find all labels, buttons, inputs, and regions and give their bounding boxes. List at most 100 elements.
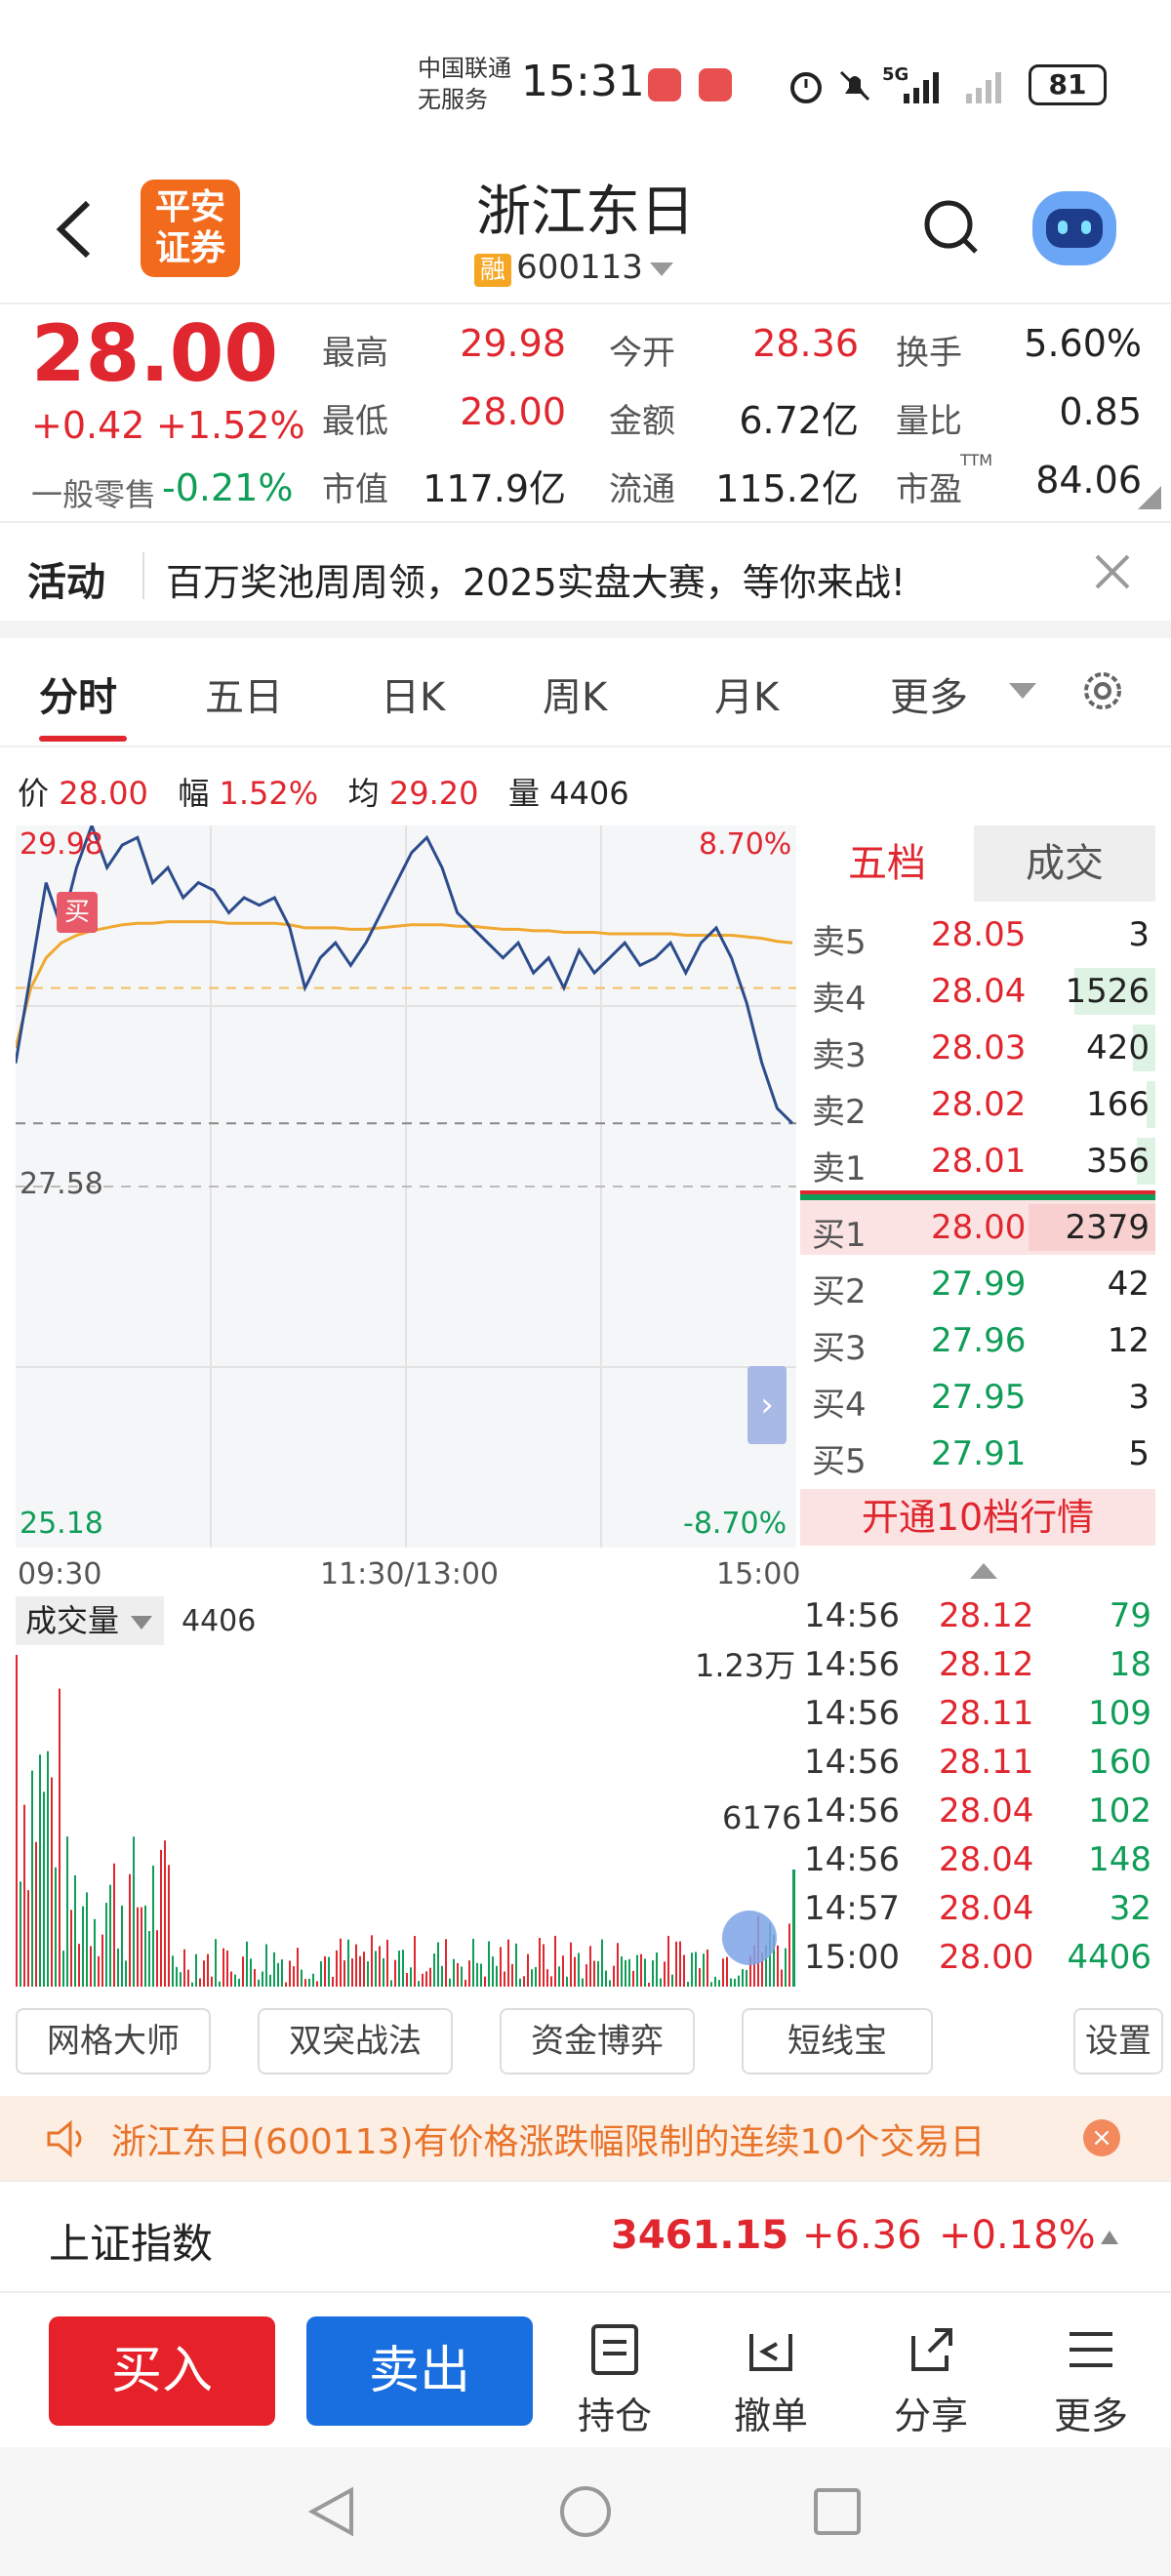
volume-bar — [628, 1958, 630, 1987]
ask-row[interactable]: 卖5 28.05 3 — [800, 907, 1155, 962]
tab-3[interactable]: 周K — [543, 665, 607, 722]
volume-bar — [320, 1961, 322, 1987]
search-icon[interactable] — [921, 195, 980, 263]
notice-banner[interactable]: 浙江东日(600113)有价格涨跌幅限制的连续10个交易日 × — [0, 2096, 1171, 2180]
volume-bar — [74, 1874, 76, 1987]
volume-bar — [51, 1777, 53, 1987]
tab-2[interactable]: 日K — [381, 665, 445, 722]
tick-price: 28.11 — [939, 1694, 1034, 1733]
bid-row[interactable]: 买4 27.95 3 — [800, 1370, 1155, 1425]
level-volume: 166 — [1086, 1085, 1150, 1124]
price-change: +0.42 — [31, 404, 145, 447]
volume-bar — [246, 1941, 248, 1987]
tick-time: 14:56 — [804, 1840, 900, 1879]
nav-recents-icon[interactable] — [810, 2484, 865, 2539]
more-button[interactable]: 更多 — [1032, 2322, 1150, 2439]
sell-button[interactable]: 卖出 — [306, 2316, 533, 2426]
holdings-label: 持仓 — [577, 2395, 652, 2437]
level-volume: 12 — [1107, 1321, 1150, 1360]
level-price: 28.04 — [931, 972, 1027, 1011]
volume-bar — [383, 1957, 384, 1987]
ask-row[interactable]: 卖3 28.03 420 — [800, 1021, 1155, 1075]
share-button[interactable]: 分享 — [872, 2322, 989, 2439]
x-label-start: 09:30 — [18, 1557, 102, 1591]
nav-home-icon[interactable] — [558, 2484, 613, 2539]
stock-code-row[interactable]: 融 600113 — [474, 248, 675, 287]
corner-expand-icon[interactable] — [1138, 486, 1161, 509]
volume-bar — [605, 1970, 607, 1987]
activity-banner[interactable]: 百万奖池周周领，2025实盘大赛，等你来战! — [166, 552, 906, 606]
volume-bar — [199, 1978, 201, 1987]
ask-row[interactable]: 卖1 28.01 356 — [800, 1134, 1155, 1188]
y-axis-top: 29.98 — [20, 827, 103, 862]
fullscreen-toggle-icon[interactable] — [722, 1911, 777, 1965]
back-arrow-icon[interactable] — [49, 195, 98, 263]
tab-0[interactable]: 分时 — [39, 665, 117, 722]
volume-bar — [70, 1910, 72, 1987]
status-bar: 中国联通 无服务 15:31 5G 81 — [0, 0, 1171, 166]
share-icon — [911, 2328, 952, 2371]
ask-row[interactable]: 卖2 28.02 166 — [800, 1077, 1155, 1132]
tab-5[interactable]: 更多 — [890, 665, 968, 722]
cancel-order-button[interactable]: 撤单 — [712, 2322, 829, 2439]
stock-name: 浙江东日 — [476, 181, 695, 244]
volume-bar — [707, 1949, 708, 1987]
ask-row[interactable]: 卖4 28.04 1526 — [800, 964, 1155, 1019]
x-label-mid: 11:30/13:00 — [320, 1557, 500, 1591]
tool-chip-3[interactable]: 短线宝 — [742, 2008, 933, 2074]
broker-logo: 平安 证券 — [141, 180, 240, 277]
volume-bar — [671, 1974, 673, 1987]
volume-bar — [664, 1961, 666, 1987]
nav-back-icon[interactable] — [304, 2484, 359, 2539]
holdings-button[interactable]: 持仓 — [556, 2322, 673, 2439]
broker-logo-line2: 证券 — [154, 228, 225, 268]
tab-trades[interactable]: 成交 — [974, 825, 1155, 902]
intraday-price-chart[interactable] — [16, 825, 796, 1548]
retail-label: 一般零售 — [31, 476, 157, 513]
volume-bar — [160, 1849, 162, 1987]
volume-bar — [488, 1941, 490, 1987]
close-icon[interactable] — [1093, 552, 1132, 591]
assistant-robot-icon[interactable] — [1032, 191, 1116, 265]
tool-chip-4[interactable]: 设置 — [1073, 2008, 1163, 2074]
bid-row[interactable]: 买2 27.99 42 — [800, 1257, 1155, 1311]
mute-icon — [839, 70, 870, 101]
expand-panel-arrow-icon[interactable]: › — [747, 1366, 787, 1444]
stat-value: 28.36 — [752, 322, 859, 365]
tab-order-book[interactable]: 五档 — [800, 825, 974, 902]
tool-chip-1[interactable]: 双突战法 — [258, 2008, 453, 2074]
tab-4[interactable]: 月K — [714, 665, 779, 722]
bid-row[interactable]: 买1 28.00 2379 — [800, 1200, 1155, 1255]
tick-volume: 109 — [1088, 1694, 1151, 1733]
tab-1[interactable]: 五日 — [205, 665, 283, 722]
index-bar[interactable]: 上证指数 3461.15 +6.36 +0.18% — [0, 2180, 1171, 2291]
buy-marker[interactable]: 买 — [57, 892, 98, 933]
volume-bar — [644, 1958, 646, 1987]
dropdown-arrow-icon — [131, 1616, 153, 1630]
tick-row: 14:57 28.04 32 — [800, 1889, 1155, 1936]
level-price: 28.00 — [931, 1208, 1027, 1247]
volume-bar — [176, 1966, 178, 1987]
stat-label: 市值 — [322, 470, 388, 509]
up-arrow-icon — [1101, 2231, 1118, 2244]
close-icon[interactable]: × — [1083, 2119, 1120, 2156]
volume-bar — [62, 1951, 64, 1987]
collapse-arrow-icon[interactable] — [966, 1559, 1001, 1583]
stat-label: 最低 — [322, 402, 388, 441]
notice-text: 浙江东日(600113)有价格涨跌幅限制的连续10个交易日 — [111, 2122, 986, 2162]
volume-bar — [215, 1939, 217, 1987]
tool-chip-0[interactable]: 网格大师 — [16, 2008, 211, 2074]
volume-bar — [347, 1939, 349, 1987]
bid-row[interactable]: 买3 27.96 12 — [800, 1313, 1155, 1368]
price-change-pct: +1.52% — [156, 404, 305, 447]
tool-chip-2[interactable]: 资金博弈 — [500, 2008, 695, 2074]
tick-volume: 79 — [1109, 1596, 1151, 1635]
upgrade-depth-button[interactable]: 开通10档行情 — [800, 1489, 1155, 1546]
buy-button[interactable]: 买入 — [49, 2316, 275, 2426]
tick-row: 14:56 28.04 148 — [800, 1840, 1155, 1887]
volume-bar — [593, 1960, 595, 1987]
settings-gear-icon[interactable] — [1079, 667, 1126, 714]
volume-bar — [98, 1955, 100, 1987]
volume-indicator-select[interactable]: 成交量 — [16, 1596, 165, 1645]
bid-row[interactable]: 买5 27.91 5 — [800, 1427, 1155, 1481]
